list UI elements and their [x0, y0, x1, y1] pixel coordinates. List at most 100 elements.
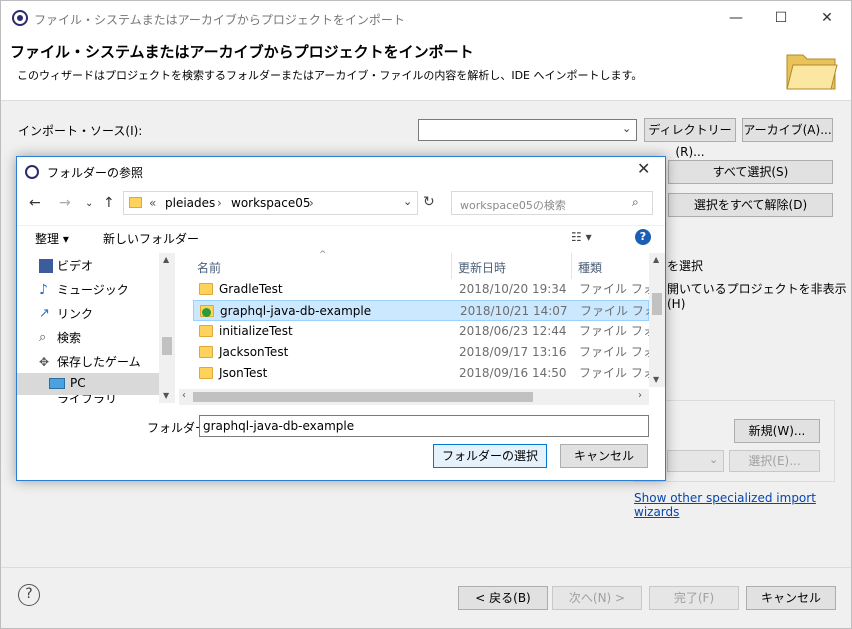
nav-scrollbar[interactable]: ▲ ▼	[159, 253, 175, 403]
deselect-all-button[interactable]: 選択をすべて解除(D)	[668, 193, 833, 217]
help-icon[interactable]: ?	[635, 229, 651, 245]
list-item-selected[interactable]: graphql-java-db-example 2018/10/21 14:07…	[193, 300, 650, 321]
eclipse-app-icon	[12, 10, 28, 26]
column-separator[interactable]	[451, 253, 452, 279]
list-item[interactable]: GradleTest 2018/10/20 19:34 ファイル フォルダー	[193, 279, 649, 300]
path-segment-workspace05[interactable]: workspace05	[231, 196, 311, 210]
refresh-icon[interactable]: ↻	[423, 194, 435, 210]
item-type: ファイル フォルダー	[579, 345, 649, 359]
check-badge-icon	[202, 308, 211, 317]
back-button[interactable]: < 戻る(B)	[458, 586, 548, 610]
nav-item-label: ミュージック	[57, 283, 129, 297]
import-source-label: インポート・ソース(I):	[18, 124, 143, 138]
scroll-up-icon[interactable]: ▲	[653, 255, 659, 264]
browse-folder-dialog: フォルダーの参照 ✕ ← → ⌄ ↑ « pleiades › workspac…	[16, 156, 666, 481]
help-icon[interactable]: ?	[18, 584, 40, 606]
item-name: graphql-java-db-example	[220, 304, 372, 318]
path-overflow[interactable]: «	[149, 196, 156, 210]
select-folder-button[interactable]: フォルダーの選択	[433, 444, 547, 468]
scroll-thumb[interactable]	[162, 337, 172, 355]
path-separator: ›	[309, 196, 314, 210]
window-title: ファイル・システムまたはアーカイブからプロジェクトをインポート	[34, 13, 405, 27]
nav-item-label: リンク	[57, 307, 94, 321]
up-arrow-icon[interactable]: ↑	[103, 195, 115, 211]
column-header-type[interactable]: 種類	[578, 259, 602, 276]
title-bar: ファイル・システムまたはアーカイブからプロジェクトをインポート — ☐ ✕	[1, 1, 851, 35]
folder-icon	[129, 197, 142, 208]
hide-open-projects-label[interactable]: 開いているプロジェクトを非表示(H)	[667, 280, 851, 311]
maximize-button[interactable]: ☐	[758, 1, 804, 35]
file-list: 名前 ^ 更新日時 種類 GradleTest 2018/10/20 19:34…	[179, 250, 665, 403]
sort-up-icon: ^	[319, 250, 327, 260]
folder-icon	[199, 346, 213, 358]
column-header-date[interactable]: 更新日時	[458, 259, 506, 276]
nav-item-links[interactable]: ↗ リンク	[39, 303, 94, 325]
folder-input[interactable]: graphql-java-db-example	[199, 415, 649, 437]
scroll-thumb[interactable]	[652, 293, 662, 315]
scroll-down-icon[interactable]: ▼	[653, 375, 659, 384]
view-options-icon[interactable]: ☷ ▾	[571, 230, 592, 244]
address-bar[interactable]: « pleiades › workspace05 › ⌄	[123, 191, 418, 215]
finish-button[interactable]: 完了(F)	[649, 586, 739, 610]
search-input[interactable]: workspace05の検索 ⌕	[451, 191, 653, 215]
banner-description: このウィザードはプロジェクトを検索するフォルダーまたはアーカイブ・ファイルの内容…	[17, 69, 643, 82]
game-icon: ✥	[39, 355, 50, 369]
list-item[interactable]: JacksonTest 2018/09/17 13:16 ファイル フォルダー	[193, 342, 649, 363]
next-button[interactable]: 次へ(N) >	[552, 586, 642, 610]
list-item[interactable]: initializeTest 2018/06/23 12:44 ファイル フォル…	[193, 321, 649, 342]
organize-menu[interactable]: 整理 ▾	[35, 230, 69, 247]
open-folder-icon	[786, 54, 838, 90]
nav-item-pc[interactable]: PC	[17, 373, 159, 395]
nav-item-label: ライブラリ	[57, 395, 118, 403]
horizontal-scrollbar[interactable]: ‹ ›	[179, 389, 649, 405]
item-name: GradleTest	[219, 282, 283, 296]
git-folder-icon	[200, 305, 214, 317]
column-header-name[interactable]: 名前	[197, 259, 221, 276]
recent-chevron-icon[interactable]: ⌄	[85, 198, 93, 209]
archive-button[interactable]: アーカイブ(A)...	[742, 118, 833, 142]
nav-item-saved-games[interactable]: ✥ 保存したゲーム	[39, 351, 141, 373]
scroll-up-icon[interactable]: ▲	[163, 255, 169, 264]
list-item[interactable]: JsonTest 2018/09/16 14:50 ファイル フォルダー	[193, 363, 649, 384]
scroll-down-icon[interactable]: ▼	[163, 391, 169, 400]
dialog-close-icon[interactable]: ✕	[637, 159, 650, 178]
new-folder-button[interactable]: 新しいフォルダー	[103, 230, 199, 247]
pc-icon	[49, 378, 65, 389]
select-working-set-button[interactable]: 選択(E)...	[729, 450, 820, 472]
search-placeholder: workspace05の検索	[460, 199, 566, 212]
back-arrow-icon[interactable]: ←	[29, 195, 41, 211]
chevron-down-icon[interactable]: ⌄	[403, 195, 412, 208]
music-icon: ♪	[39, 282, 48, 298]
import-source-combo[interactable]: ⌄	[418, 119, 637, 141]
nav-item-label: 検索	[57, 331, 82, 345]
close-button[interactable]: ✕	[804, 1, 850, 35]
cancel-button[interactable]: キャンセル	[746, 586, 836, 610]
nav-item-video[interactable]: ビデオ	[39, 255, 93, 277]
chevron-down-icon: ⌄	[622, 122, 632, 135]
path-segment-pleiades[interactable]: pleiades	[165, 196, 215, 210]
other-wizards-link[interactable]: Show other specialized import wizards	[634, 491, 851, 519]
item-date: 2018/06/23 12:44	[459, 324, 567, 338]
scroll-thumb[interactable]	[193, 392, 533, 402]
select-all-button[interactable]: すべて選択(S)	[668, 160, 833, 184]
scroll-right-icon[interactable]: ›	[638, 390, 642, 401]
dialog-cancel-button[interactable]: キャンセル	[560, 444, 648, 468]
nav-item-libraries[interactable]: ライブラリ	[57, 395, 117, 403]
working-set-combo[interactable]: ⌄	[667, 450, 724, 472]
search-icon: ⌕	[632, 195, 639, 209]
scroll-left-icon[interactable]: ‹	[182, 390, 186, 401]
eclipse-app-icon	[25, 165, 39, 179]
nav-item-searches[interactable]: ⌕ 検索	[39, 327, 82, 349]
item-date: 2018/09/17 13:16	[459, 345, 567, 359]
directory-button[interactable]: ディレクトリー(R)...	[644, 118, 736, 159]
minimize-button[interactable]: —	[713, 1, 759, 35]
nav-item-music[interactable]: ♪ ミュージック	[39, 279, 129, 301]
link-icon: ↗	[39, 306, 50, 321]
forward-arrow-icon[interactable]: →	[59, 195, 71, 211]
new-working-set-button[interactable]: 新規(W)...	[734, 419, 820, 443]
item-name: initializeTest	[219, 324, 293, 338]
list-scrollbar[interactable]: ▲ ▼	[649, 253, 665, 387]
item-type: ファイル フォルダー	[580, 304, 650, 318]
select-option-label: を選択	[667, 259, 704, 273]
column-separator[interactable]	[571, 253, 572, 279]
